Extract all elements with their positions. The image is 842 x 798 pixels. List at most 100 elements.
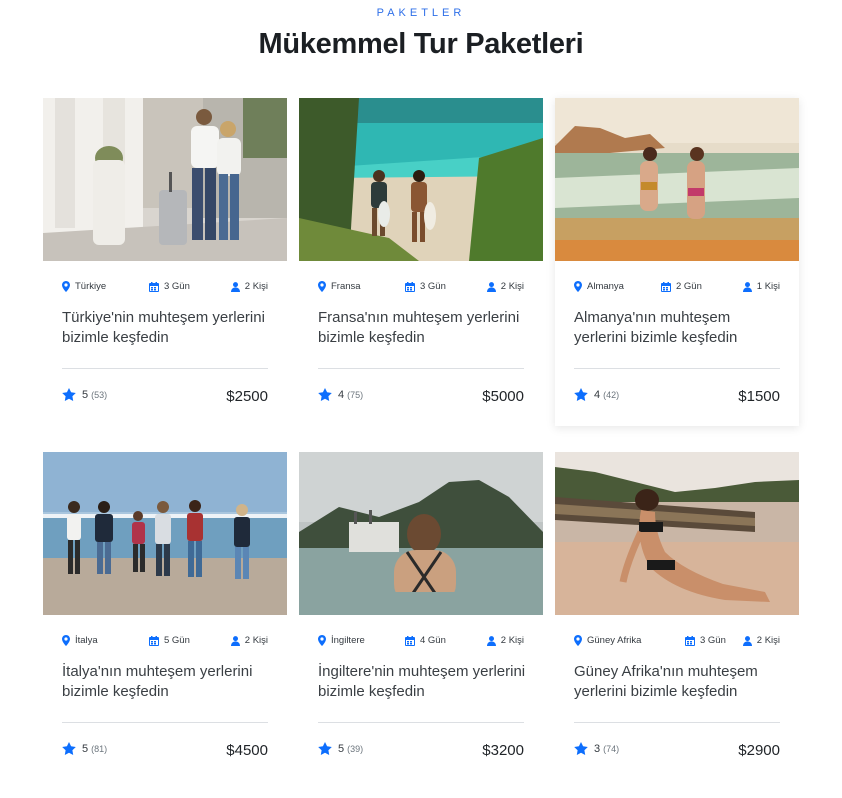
- rating: 3 (74): [574, 742, 619, 755]
- map-marker-icon: [574, 635, 582, 646]
- package-photo: [299, 452, 543, 615]
- meta-duration: 3 Gün: [149, 281, 190, 292]
- meta-location: İngiltere: [318, 635, 365, 646]
- calendar-icon: [149, 281, 159, 292]
- meta-location: Almanya: [574, 281, 624, 292]
- people-text: 2 Kişi: [756, 635, 780, 646]
- rating: 5 (53): [62, 388, 107, 401]
- package-description[interactable]: İngiltere'nin muhteşem yerlerini bizimle…: [318, 662, 528, 702]
- package-card-guney-afrika[interactable]: Güney Afrika 3 Gün 2 Kişi Güney Afrika'n…: [555, 452, 799, 780]
- package-description[interactable]: Almanya'nın muhteşem yerlerini bizimle k…: [574, 308, 784, 348]
- package-photo: [555, 98, 799, 261]
- package-photo: [43, 98, 287, 261]
- calendar-icon: [405, 281, 415, 292]
- package-card-italya[interactable]: İtalya 5 Gün 2 Kişi İtalya'nın muhteşem …: [43, 452, 287, 780]
- rating-value: 4: [338, 388, 345, 401]
- meta-location: Güney Afrika: [574, 635, 641, 646]
- meta-duration: 3 Gün: [685, 635, 726, 646]
- package-price: $2500: [226, 388, 268, 405]
- package-photo: [43, 452, 287, 615]
- rating: 4 (75): [318, 388, 363, 401]
- user-icon: [230, 635, 240, 646]
- package-description[interactable]: Güney Afrika'nın muhteşem yerlerini bizi…: [574, 662, 784, 702]
- duration-text: 4 Gün: [420, 635, 446, 646]
- meta-duration: 3 Gün: [405, 281, 446, 292]
- location-text: İngiltere: [331, 635, 365, 646]
- package-card-ingiltere[interactable]: İngiltere 4 Gün 2 Kişi İngiltere'nin muh…: [299, 452, 543, 780]
- package-card-almanya[interactable]: Almanya 2 Gün 1 Kişi Almanya'nın muhteşe…: [555, 98, 799, 426]
- meta-people: 2 Kişi: [742, 635, 780, 646]
- rating-value: 4: [594, 388, 601, 401]
- star-icon: [318, 388, 332, 401]
- rating-value: 5: [338, 742, 345, 755]
- user-icon: [486, 635, 496, 646]
- meta-duration: 2 Gün: [661, 281, 702, 292]
- package-price: $3200: [482, 742, 524, 759]
- review-count: (42): [603, 389, 620, 400]
- review-count: (53): [91, 389, 108, 400]
- calendar-icon: [685, 635, 695, 646]
- meta-people: 2 Kişi: [230, 635, 268, 646]
- review-count: (74): [603, 743, 620, 754]
- package-price: $4500: [226, 742, 268, 759]
- map-marker-icon: [318, 281, 326, 292]
- meta-people: 2 Kişi: [486, 635, 524, 646]
- rating-value: 5: [82, 388, 89, 401]
- package-description[interactable]: Fransa'nın muhteşem yerlerini bizimle ke…: [318, 308, 528, 348]
- people-text: 2 Kişi: [244, 281, 268, 292]
- package-description[interactable]: İtalya'nın muhteşem yerlerini bizimle ke…: [62, 662, 272, 702]
- package-card-turkiye[interactable]: Türkiye 3 Gün 2 Kişi Türkiye'nin muhteşe…: [43, 98, 287, 426]
- rating-value: 5: [82, 742, 89, 755]
- package-photo: [299, 98, 543, 261]
- location-text: Türkiye: [75, 281, 107, 292]
- map-marker-icon: [318, 635, 326, 646]
- duration-text: 5 Gün: [164, 635, 190, 646]
- rating: 5 (81): [62, 742, 107, 755]
- star-icon: [62, 742, 76, 755]
- star-icon: [574, 742, 588, 755]
- meta-location: Fransa: [318, 281, 361, 292]
- meta-people: 1 Kişi: [742, 281, 780, 292]
- star-icon: [574, 388, 588, 401]
- package-price: $5000: [482, 388, 524, 405]
- review-count: (39): [347, 743, 364, 754]
- divider: [62, 722, 268, 723]
- duration-text: 3 Gün: [700, 635, 726, 646]
- meta-location: Türkiye: [62, 281, 106, 292]
- meta-people: 2 Kişi: [230, 281, 268, 292]
- people-text: 2 Kişi: [244, 635, 268, 646]
- review-count: (75): [347, 389, 364, 400]
- rating: 5 (39): [318, 742, 363, 755]
- package-description[interactable]: Türkiye'nin muhteşem yerlerini bizimle k…: [62, 308, 272, 348]
- location-text: İtalya: [75, 635, 98, 646]
- user-icon: [486, 281, 496, 292]
- user-icon: [230, 281, 240, 292]
- map-marker-icon: [62, 281, 70, 292]
- calendar-icon: [149, 635, 159, 646]
- star-icon: [318, 742, 332, 755]
- divider: [318, 368, 524, 369]
- review-count: (81): [91, 743, 108, 754]
- duration-text: 2 Gün: [676, 281, 702, 292]
- divider: [574, 722, 780, 723]
- star-icon: [62, 388, 76, 401]
- people-text: 2 Kişi: [500, 281, 524, 292]
- rating-value: 3: [594, 742, 601, 755]
- meta-duration: 5 Gün: [149, 635, 190, 646]
- package-price: $1500: [738, 388, 780, 405]
- location-text: Güney Afrika: [587, 635, 642, 646]
- duration-text: 3 Gün: [164, 281, 190, 292]
- meta-location: İtalya: [62, 635, 98, 646]
- user-icon: [742, 635, 752, 646]
- calendar-icon: [405, 635, 415, 646]
- section-kicker: PAKETLER: [376, 7, 466, 19]
- meta-people: 2 Kişi: [486, 281, 524, 292]
- divider: [318, 722, 524, 723]
- location-text: Fransa: [331, 281, 361, 292]
- meta-duration: 4 Gün: [405, 635, 446, 646]
- package-card-fransa[interactable]: Fransa 3 Gün 2 Kişi Fransa'nın muhteşem …: [299, 98, 543, 426]
- rating: 4 (42): [574, 388, 619, 401]
- page-title: Mükemmel Tur Paketleri: [258, 28, 584, 60]
- divider: [574, 368, 780, 369]
- user-icon: [742, 281, 752, 292]
